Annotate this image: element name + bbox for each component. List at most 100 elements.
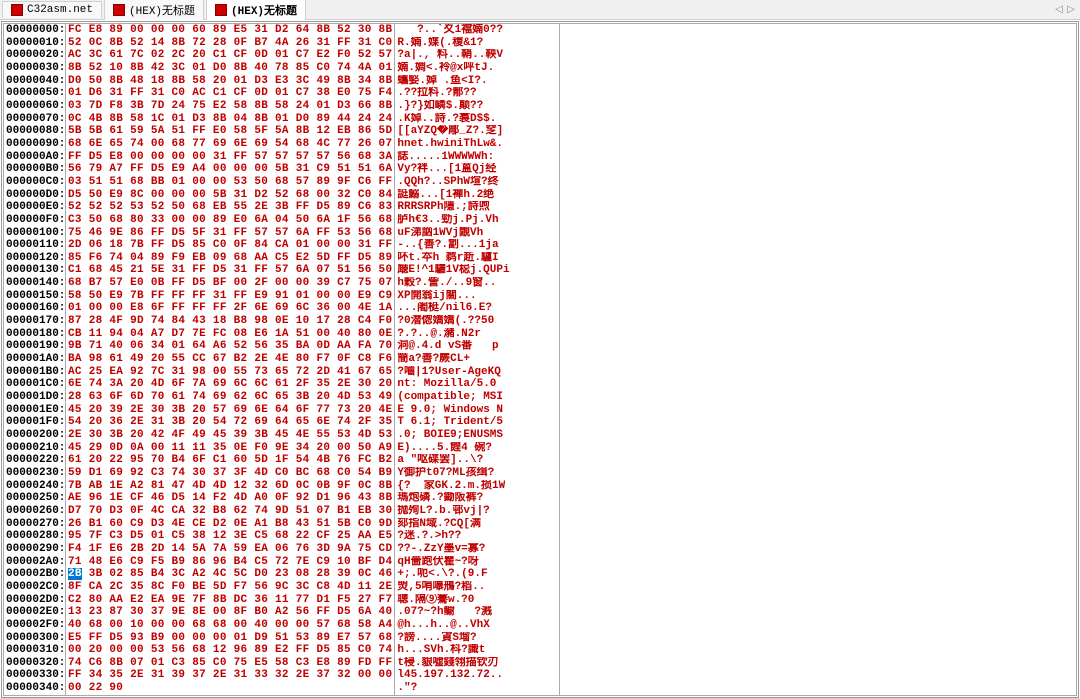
ascii-row[interactable]: 洞@.4.d vS番 p [397,340,558,353]
ascii-row[interactable]: ?.?..@.瀦.N2r [397,328,558,341]
hex-row[interactable]: 6E 74 3A 20 4D 6F 7A 69 6C 6C 61 2F 35 2… [68,378,392,391]
ascii-row[interactable]: .}?}如嶙$.颠?? [397,100,558,113]
ascii-row[interactable]: ."? [397,682,558,695]
hex-row[interactable]: CB 11 94 04 A7 D7 7E FC 08 E6 1A 51 00 4… [68,328,392,341]
ascii-row[interactable]: +;.呃<.\?.(9.F [397,568,558,581]
tab-c32asm[interactable]: C32asm.net [2,1,102,18]
hex-row[interactable]: F4 1F E6 2B 2D 14 5A 7A 59 EA 06 76 3D 9… [68,543,392,556]
hex-row[interactable]: 28 63 6F 6D 70 61 74 69 62 6C 65 3B 20 4… [68,391,392,404]
ascii-row[interactable]: ...阇梃/nil6.E? [397,302,558,315]
ascii-row[interactable]: Vy?袢...[1蒕Qj经 [397,163,558,176]
tab-nav-right-icon[interactable]: ▷ [1066,5,1076,15]
ascii-row[interactable]: l45.197.132.72.. [397,669,558,682]
hex-row[interactable]: 7B AB 1E A2 81 47 4D 4D 12 32 6D 0C 0B 9… [68,480,392,493]
hex-row[interactable]: 01 D6 31 FF 31 C0 AC C1 CF 0D 01 C7 38 E… [68,87,392,100]
ascii-row[interactable]: T 6.1; Trident/5 [397,416,558,429]
ascii-row[interactable]: Y御护t07?ML孩缉? [397,467,558,480]
ascii-row[interactable]: ?嚙|1?User-AgeKQ [397,366,558,379]
hex-row[interactable]: C2 80 AA E2 EA 9E 7F 8B DC 36 11 77 D1 F… [68,594,392,607]
hex-row[interactable]: 85 F6 74 04 89 F9 EB 09 68 AA C5 E2 5D F… [68,252,392,265]
hex-row[interactable]: C1 68 45 21 5E 31 FF D5 31 FF 57 6A 07 5… [68,264,392,277]
ascii-row[interactable]: 焽,5哨嚗鳽?稻.. [397,581,558,594]
hex-row[interactable]: 13 23 87 30 37 9E 8E 00 8F B0 A2 56 FF D… [68,606,392,619]
hex-row[interactable]: AC 25 EA 92 7C 31 98 00 55 73 65 72 2D 4… [68,366,392,379]
ascii-row[interactable]: E 9.0; Windows N [397,404,558,417]
hex-row[interactable]: 59 D1 69 92 C3 74 30 37 3F 4D C0 BC 68 C… [68,467,392,480]
hex-bytes-column[interactable]: FC E8 89 00 00 00 60 89 E5 31 D2 64 8B 5… [66,24,395,695]
ascii-row[interactable]: ?謗....寊S塯? [397,632,558,645]
hex-row[interactable]: 03 51 51 68 BB 01 00 00 53 50 68 57 89 9… [68,176,392,189]
ascii-column[interactable]: ?..`夊1襠婻0??R.婻.媟(.稪&1??a|., 料..鞘..鞅V婻.婤<… [395,24,560,695]
hex-row[interactable]: 52 52 52 53 52 50 68 EB 55 2E 3B FF D5 8… [68,201,392,214]
ascii-row[interactable]: -..{善?.劏...1ja [397,239,558,252]
hex-row[interactable]: 87 28 4F 9D 74 84 43 18 B8 98 0E 10 17 2… [68,315,392,328]
hex-row[interactable]: D5 50 E9 8C 00 00 00 5B 31 D2 52 68 00 3… [68,189,392,202]
hex-row[interactable]: E5 FF D5 93 B9 00 00 00 01 D9 51 53 89 E… [68,632,392,645]
ascii-row[interactable]: 簡a?善?嶡CL+ [397,353,558,366]
ascii-row[interactable]: 胪h€3..勁j.Pj.Vh [397,214,558,227]
hex-row[interactable]: AE 96 1E CF 46 D5 14 F2 4D A0 0F 92 D1 9… [68,492,392,505]
ascii-row[interactable]: {? 家GK.2.m.损1W [397,480,558,493]
hex-row[interactable]: 54 20 36 2E 31 3B 20 54 72 69 64 65 6E 7… [68,416,392,429]
ascii-row[interactable]: 抛殉L?.b.邨vj|? [397,505,558,518]
hex-row[interactable]: 71 48 E6 C9 F5 B9 86 96 B4 C5 72 7E C9 1… [68,556,392,569]
hex-row[interactable]: 00 20 00 00 53 56 68 12 96 89 E2 FF D5 8… [68,644,392,657]
ascii-row[interactable]: uF涕訩1WVj覵Vh [397,227,558,240]
hex-row[interactable]: 9B 71 40 06 34 01 64 A6 52 56 35 BA 0D A… [68,340,392,353]
hex-row[interactable]: FC E8 89 00 00 00 60 89 E5 31 D2 64 8B 5… [68,24,392,37]
hex-row[interactable]: 8B 52 10 8B 42 3C 01 D0 8B 40 78 85 C0 7… [68,62,392,75]
tab-nav-left-icon[interactable]: ◁ [1054,5,1064,15]
ascii-row[interactable]: hnet.hwiniThLw&. [397,138,558,151]
ascii-row[interactable]: @h...h..@..VhX [397,619,558,632]
ascii-row[interactable]: .0; BOIE9;ENUSMS [397,429,558,442]
ascii-row[interactable]: 吥t.夲h 鹈r赾.驢I [397,252,558,265]
ascii-row[interactable]: ?a|., 料..鞘..鞅V [397,49,558,62]
ascii-row[interactable]: 婻.婤<.袊@x呯tJ. [397,62,558,75]
ascii-row[interactable]: 蠵婜.婥 .鱼<I?. [397,75,558,88]
ascii-row[interactable]: 誌.....1WWWWWh: [397,151,558,164]
hex-row[interactable]: 74 C6 8B 07 01 C3 85 C0 75 E5 58 C3 E8 8… [68,657,392,670]
hex-row[interactable]: D0 50 8B 48 18 8B 58 20 01 D3 E3 3C 49 8… [68,75,392,88]
ascii-row[interactable]: E)....5.餭4 碗? [397,442,558,455]
hex-row[interactable]: FF D5 E8 00 00 00 00 31 FF 57 57 57 57 5… [68,151,392,164]
hex-row[interactable]: 26 B1 60 C9 D3 4E CE D2 0E A1 B8 43 51 5… [68,518,392,531]
ascii-row[interactable]: .QQh?..SPhW塇?终 [397,176,558,189]
hex-row[interactable]: 00 22 90 [68,682,392,695]
hex-row[interactable]: FF 34 35 2E 31 39 37 2E 31 33 32 2E 37 3… [68,669,392,682]
ascii-row[interactable]: ??-.ZzY墨v=寡? [397,543,558,556]
hex-row[interactable]: 2E 30 3B 20 42 4F 49 45 39 3B 45 4E 55 5… [68,429,392,442]
tab-hex-untitled-2[interactable]: (HEX)无标题 [206,0,306,20]
ascii-row[interactable]: [[aYZQ�郮_Z?.窆] [397,125,558,138]
hex-row[interactable]: 8F CA 2C 35 8C F0 BE 5D F7 56 9C 3C C8 4… [68,581,392,594]
tab-hex-untitled-1[interactable]: (HEX)无标题 [104,0,204,20]
hex-row[interactable]: D7 70 D3 0F 4C CA 32 B8 62 74 9D 51 07 B… [68,505,392,518]
hex-row[interactable]: 58 50 E9 7B FF FF FF 31 FF E9 91 01 00 0… [68,290,392,303]
ascii-row[interactable]: 聰.隔⑨騫w.?0 [397,594,558,607]
ascii-row[interactable]: .??拉料.?郬?? [397,87,558,100]
hex-row[interactable]: 68 6E 65 74 00 68 77 69 6E 69 54 68 4C 7… [68,138,392,151]
hex-row[interactable]: 2D 06 18 7B FF D5 85 C0 0F 84 CA 01 00 0… [68,239,392,252]
ascii-row[interactable]: 瑪炮磷.?鋤阪裤? [397,492,558,505]
ascii-row[interactable]: .07?~?h鳚 ?溅 [397,606,558,619]
ascii-row[interactable]: XP開翁ij關... [397,290,558,303]
ascii-row[interactable]: 廰E!^1驪1V梞j.QUPi [397,264,558,277]
ascii-row[interactable]: (compatible; MSI [397,391,558,404]
ascii-row[interactable]: nt: Mozilla/5.0 [397,378,558,391]
hex-row[interactable]: 2B 3B 02 85 B4 3C A2 4C 5C D0 23 08 28 3… [68,568,392,581]
hex-row[interactable]: 0C 4B 8B 58 1C 01 D3 8B 04 8B 01 D0 89 4… [68,113,392,126]
ascii-row[interactable]: ?迷.?.>h?? [397,530,558,543]
ascii-row[interactable]: h穀?.訾./..9窗.. [397,277,558,290]
hex-row[interactable]: 95 7F C3 D5 01 C5 38 12 3E C5 68 22 CF 2… [68,530,392,543]
ascii-row[interactable]: h...SVh.枓?識t [397,644,558,657]
ascii-row[interactable]: a "呕碟罢]..\? [397,454,558,467]
ascii-row[interactable]: ?0潜偬嬌嬌(.??50 [397,315,558,328]
hex-row[interactable]: 45 29 0D 0A 00 11 11 35 0E F0 9E 34 20 0… [68,442,392,455]
hex-row[interactable]: 01 00 00 E8 6F FF FF FF 2F 6E 69 6C 36 0… [68,302,392,315]
ascii-row[interactable]: t梫.貇噓錢翎描钦刃 [397,657,558,670]
hex-row[interactable]: 5B 5B 61 59 5A 51 FF E0 58 5F 5A 8B 12 E… [68,125,392,138]
ascii-row[interactable]: R.婻.媟(.稪&1? [397,37,558,50]
hex-row[interactable]: 68 B7 57 E0 0B FF D5 BF 00 2F 00 00 39 C… [68,277,392,290]
hex-row[interactable]: 40 68 00 10 00 00 68 68 00 40 00 00 57 6… [68,619,392,632]
hex-row[interactable]: 75 46 9E 86 FF D5 5F 31 FF 57 57 6A FF 5… [68,227,392,240]
hex-row[interactable]: 03 7D F8 3B 7D 24 75 E2 58 8B 58 24 01 D… [68,100,392,113]
